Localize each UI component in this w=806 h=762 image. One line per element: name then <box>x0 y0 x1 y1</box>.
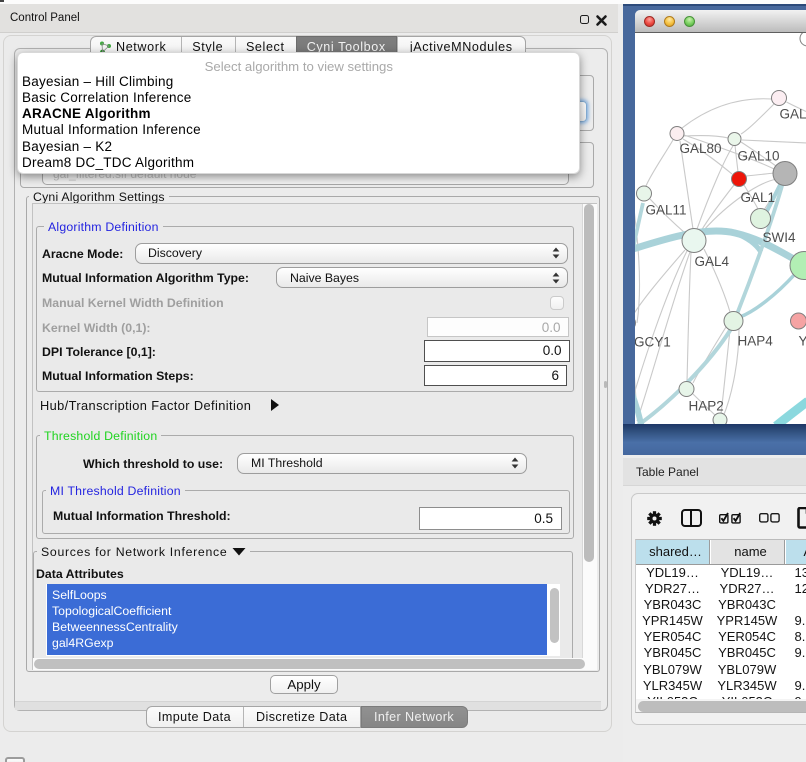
svg-text:SWI4: SWI4 <box>762 230 795 245</box>
svg-text:GAL4: GAL4 <box>694 254 729 269</box>
svg-text:GAL2: GAL2 <box>779 107 806 122</box>
svg-text:GCY1: GCY1 <box>635 335 671 350</box>
svg-text:GAL11: GAL11 <box>645 203 686 218</box>
svg-text:HAP4: HAP4 <box>737 334 773 349</box>
svg-text:GAL10: GAL10 <box>737 149 779 164</box>
svg-text:HAP2: HAP2 <box>688 399 723 414</box>
svg-text:YM: YM <box>798 334 806 349</box>
svg-text:GAL1: GAL1 <box>740 190 775 205</box>
svg-text:GAL80: GAL80 <box>679 141 721 156</box>
